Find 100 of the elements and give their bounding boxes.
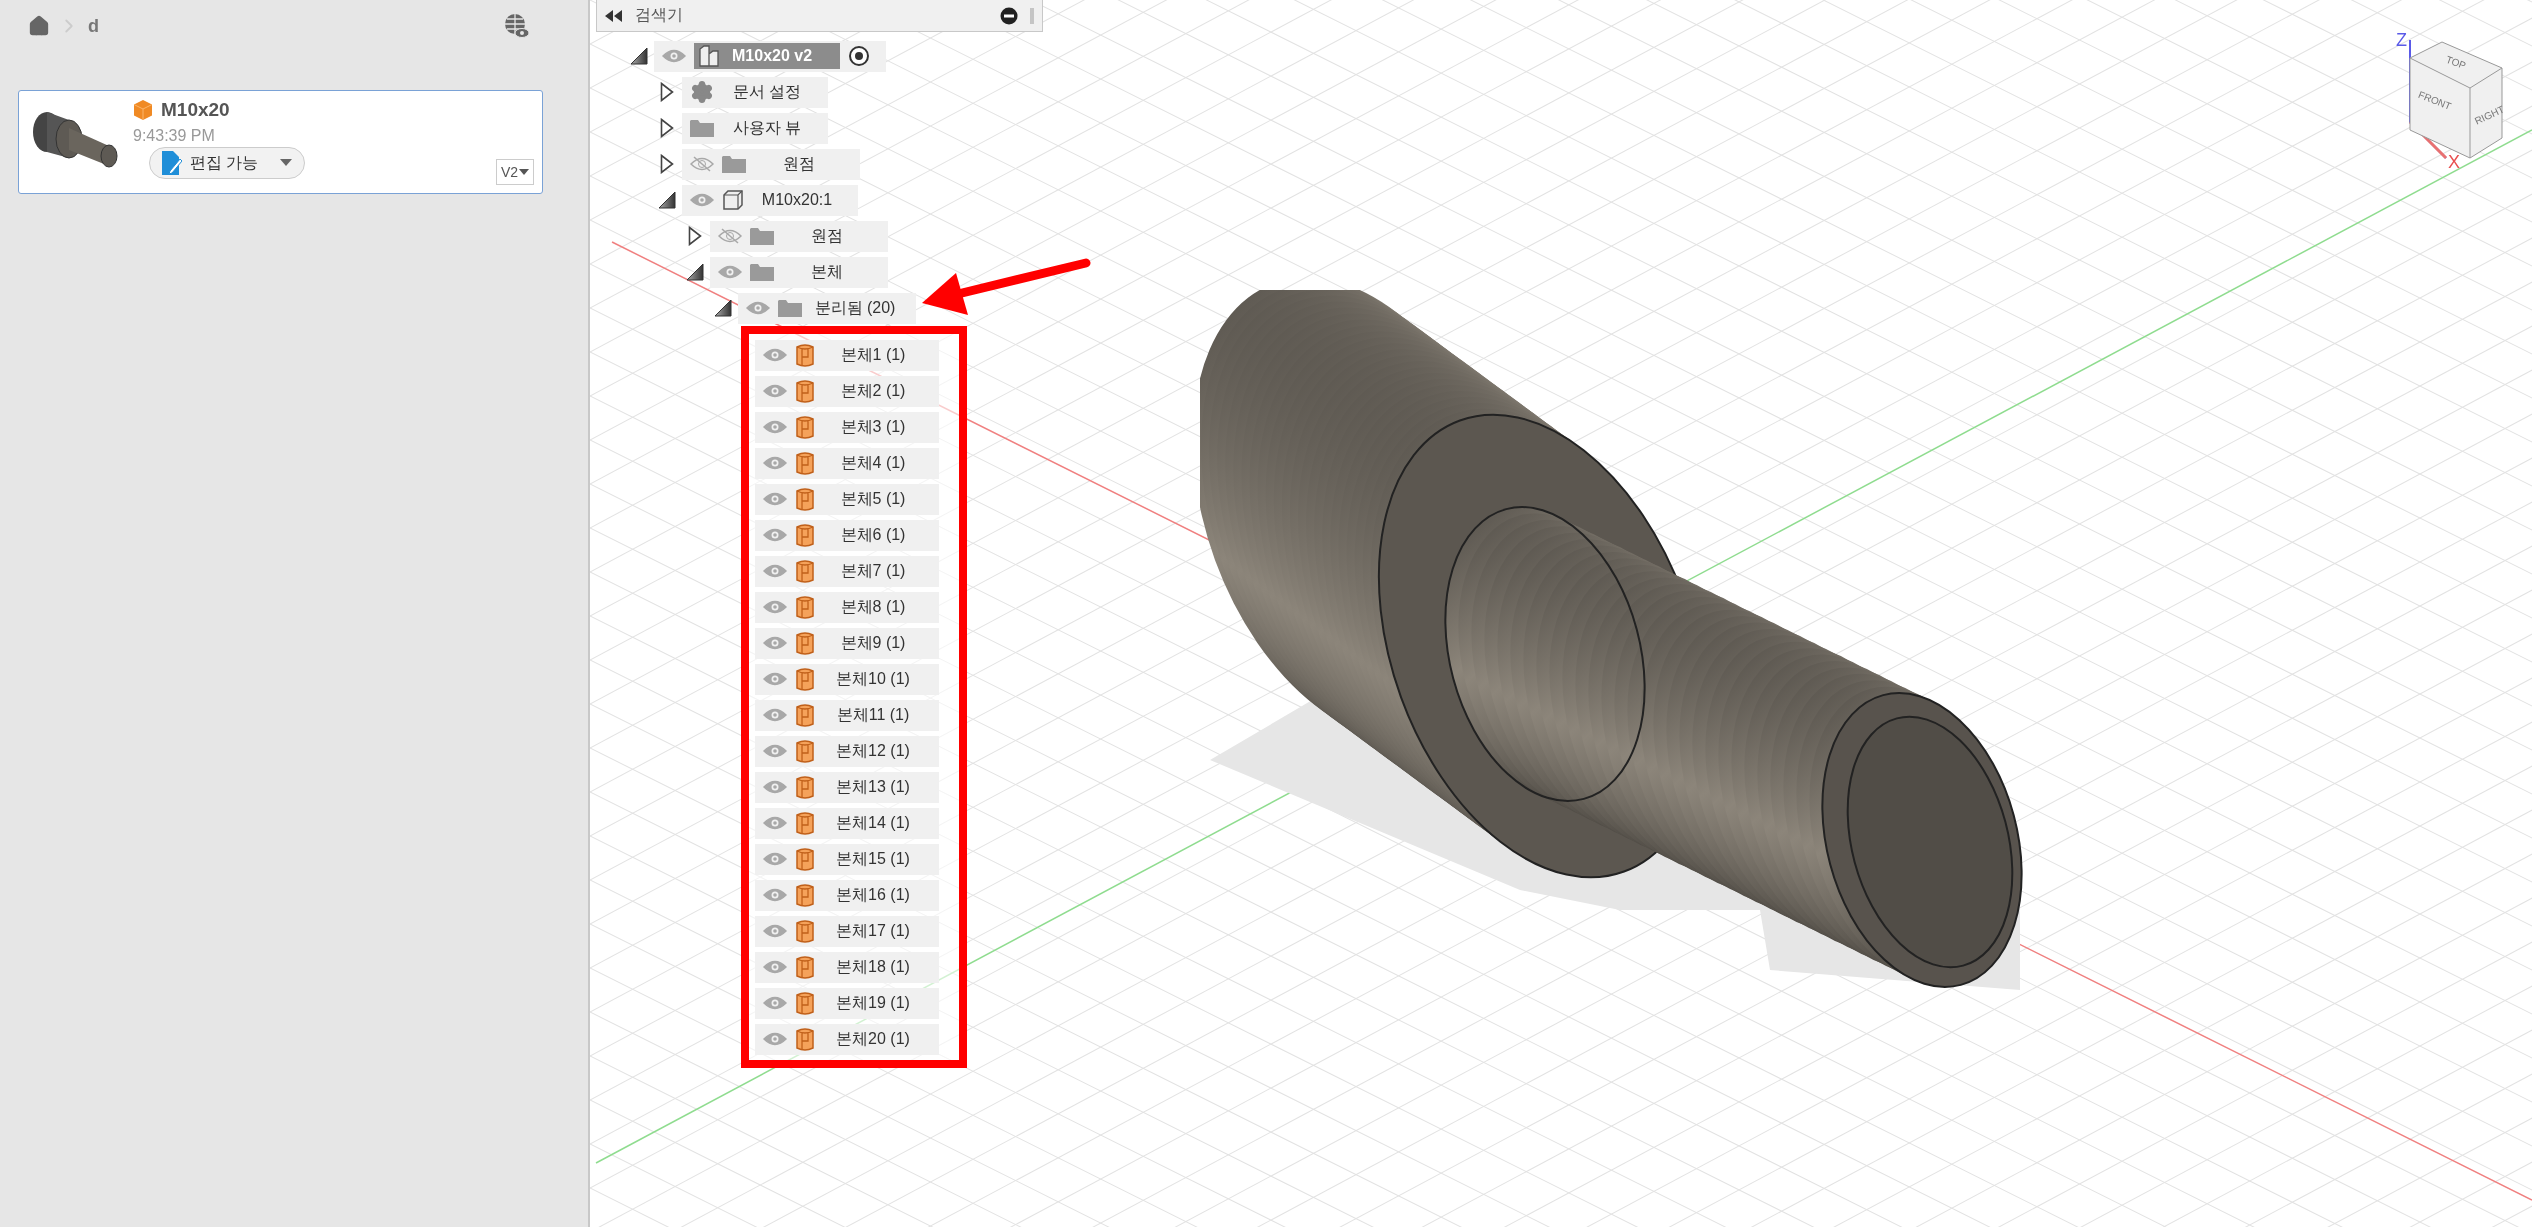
folder-icon — [722, 155, 746, 173]
eye-icon[interactable] — [763, 635, 787, 651]
eye-icon[interactable] — [763, 491, 787, 507]
collapsed-triangle-icon[interactable] — [660, 82, 674, 102]
collapsed-triangle-icon[interactable] — [660, 118, 674, 138]
tree-item[interactable]: 본체10 (1) — [755, 663, 939, 695]
eye-icon[interactable] — [763, 527, 787, 543]
cylinder-icon — [795, 631, 815, 655]
collapsed-triangle-icon[interactable] — [660, 154, 674, 174]
tree-item[interactable]: 본체9 (1) — [755, 627, 939, 659]
eye-icon[interactable] — [763, 815, 787, 831]
eye-icon[interactable] — [763, 959, 787, 975]
caret-icon — [519, 168, 529, 176]
cylinder-icon — [795, 343, 815, 367]
cylinder-icon — [795, 919, 815, 943]
tree-item[interactable]: 본체2 (1) — [755, 375, 939, 407]
tree-item[interactable]: 본체11 (1) — [755, 699, 939, 731]
tree-item[interactable]: 본체5 (1) — [755, 483, 939, 515]
cylinder-icon — [795, 955, 815, 979]
tree-item[interactable]: 본체12 (1) — [755, 735, 939, 767]
tree-item[interactable]: 본체19 (1) — [755, 987, 939, 1019]
tree-item[interactable]: 본체18 (1) — [755, 951, 939, 983]
eye-icon[interactable] — [763, 419, 787, 435]
tree-item[interactable]: 본체15 (1) — [755, 843, 939, 875]
expanded-triangle-icon[interactable] — [658, 191, 676, 209]
cylinder-icon — [795, 775, 815, 799]
globe-eye-icon[interactable] — [504, 13, 530, 39]
eye-icon[interactable] — [763, 887, 787, 903]
breadcrumb-item[interactable]: d — [88, 15, 99, 37]
tree-item[interactable]: 본체1 (1) — [755, 339, 939, 371]
eye-icon[interactable] — [763, 851, 787, 867]
version-dropdown[interactable]: V2 — [495, 159, 534, 185]
folder-icon — [778, 299, 802, 317]
eye-icon[interactable] — [763, 383, 787, 399]
cube-icon — [722, 189, 744, 211]
tree-item[interactable]: 본체7 (1) — [755, 555, 939, 587]
eye-icon[interactable] — [763, 995, 787, 1011]
cylinder-icon — [795, 811, 815, 835]
tree-item[interactable]: 본체4 (1) — [755, 447, 939, 479]
folder-icon — [750, 263, 774, 281]
eye-icon[interactable] — [763, 599, 787, 615]
tree-item[interactable]: 문서 설정 — [682, 76, 828, 108]
settings-icon — [690, 80, 714, 104]
tree-item[interactable]: 사용자 뷰 — [682, 112, 828, 144]
design-name[interactable]: M10x20 — [161, 99, 230, 121]
tree-item[interactable]: 원점 — [682, 148, 860, 180]
collapsed-triangle-icon[interactable] — [688, 226, 702, 246]
eye-icon[interactable] — [662, 48, 686, 64]
eye-icon[interactable] — [763, 455, 787, 471]
eye-crossed-icon[interactable] — [718, 228, 742, 244]
cylinder-icon — [795, 451, 815, 475]
components-icon — [698, 45, 720, 67]
modified-time: 9:43:39 PM — [133, 127, 216, 145]
tree-item[interactable]: 본체20 (1) — [755, 1023, 939, 1055]
eye-icon[interactable] — [718, 264, 742, 280]
cylinder-icon — [795, 991, 815, 1015]
browser-title: 검색기 — [635, 5, 684, 25]
expanded-triangle-icon[interactable] — [714, 299, 732, 317]
eye-icon[interactable] — [763, 563, 787, 579]
cylinder-icon — [795, 523, 815, 547]
tree-item[interactable]: M10x20:1 — [682, 184, 858, 216]
tree-item[interactable]: 본체14 (1) — [755, 807, 939, 839]
cylinder-icon — [795, 739, 815, 763]
tree-item[interactable]: 원점 — [710, 220, 888, 252]
tree-item[interactable]: 본체3 (1) — [755, 411, 939, 443]
cylinder-icon — [795, 1027, 815, 1051]
cube-icon — [133, 99, 153, 121]
eye-icon[interactable] — [763, 923, 787, 939]
eye-icon[interactable] — [763, 1031, 787, 1047]
tree-item[interactable]: 본체17 (1) — [755, 915, 939, 947]
radio-target-icon[interactable] — [848, 45, 871, 67]
cylinder-icon — [795, 595, 815, 619]
tree-item[interactable]: 본체 — [710, 256, 888, 288]
eye-icon[interactable] — [763, 347, 787, 363]
minus-circle-icon[interactable] — [1000, 6, 1018, 25]
tree-item[interactable]: 본체6 (1) — [755, 519, 939, 551]
cylinder-icon — [795, 703, 815, 727]
eye-icon[interactable] — [690, 192, 714, 208]
permission-dropdown[interactable]: 편집 가능 — [149, 147, 306, 179]
eye-icon[interactable] — [763, 779, 787, 795]
tree-item[interactable]: 본체8 (1) — [755, 591, 939, 623]
expanded-triangle-icon[interactable] — [630, 47, 648, 65]
cylinder-icon — [795, 379, 815, 403]
eye-crossed-icon[interactable] — [690, 156, 714, 172]
eye-icon[interactable] — [763, 707, 787, 723]
eye-icon[interactable] — [763, 671, 787, 687]
home-icon[interactable] — [28, 15, 50, 37]
cylinder-icon — [795, 415, 815, 439]
tree-item[interactable]: 본체13 (1) — [755, 771, 939, 803]
file-card[interactable]: M10x20 9:43:39 PM 편집 가능 V2 — [18, 90, 543, 194]
tree-item[interactable]: 본체16 (1) — [755, 879, 939, 911]
cylinder-icon — [795, 667, 815, 691]
collapse-icon[interactable] — [605, 9, 623, 22]
grip-icon[interactable] — [1030, 6, 1034, 25]
eye-icon[interactable] — [763, 743, 787, 759]
caret-icon — [280, 159, 293, 167]
expanded-triangle-icon[interactable] — [686, 263, 704, 281]
folder-icon — [690, 119, 714, 137]
cylinder-icon — [795, 847, 815, 871]
eye-icon[interactable] — [746, 300, 770, 316]
